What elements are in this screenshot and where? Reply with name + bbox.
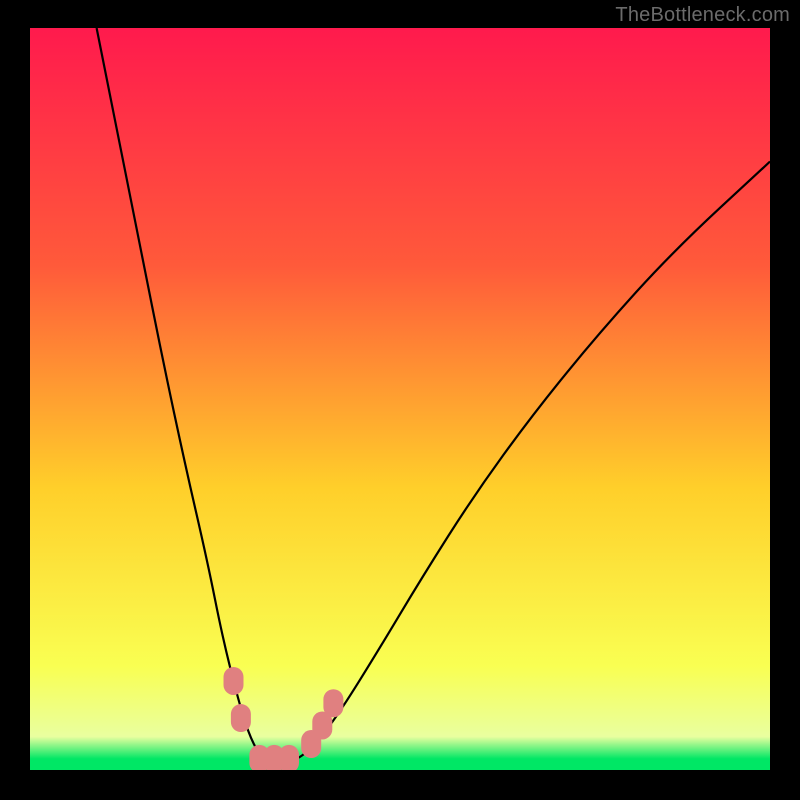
curve-marker	[323, 689, 343, 717]
curve-layer	[30, 28, 770, 770]
curve-marker	[224, 667, 244, 695]
curve-marker	[231, 704, 251, 732]
bottleneck-curve	[97, 28, 770, 763]
plot-area	[30, 28, 770, 770]
watermark-text: TheBottleneck.com	[615, 4, 790, 27]
chart-stage: TheBottleneck.com	[0, 0, 800, 800]
curve-marker	[279, 745, 299, 770]
marker-group	[224, 667, 344, 770]
